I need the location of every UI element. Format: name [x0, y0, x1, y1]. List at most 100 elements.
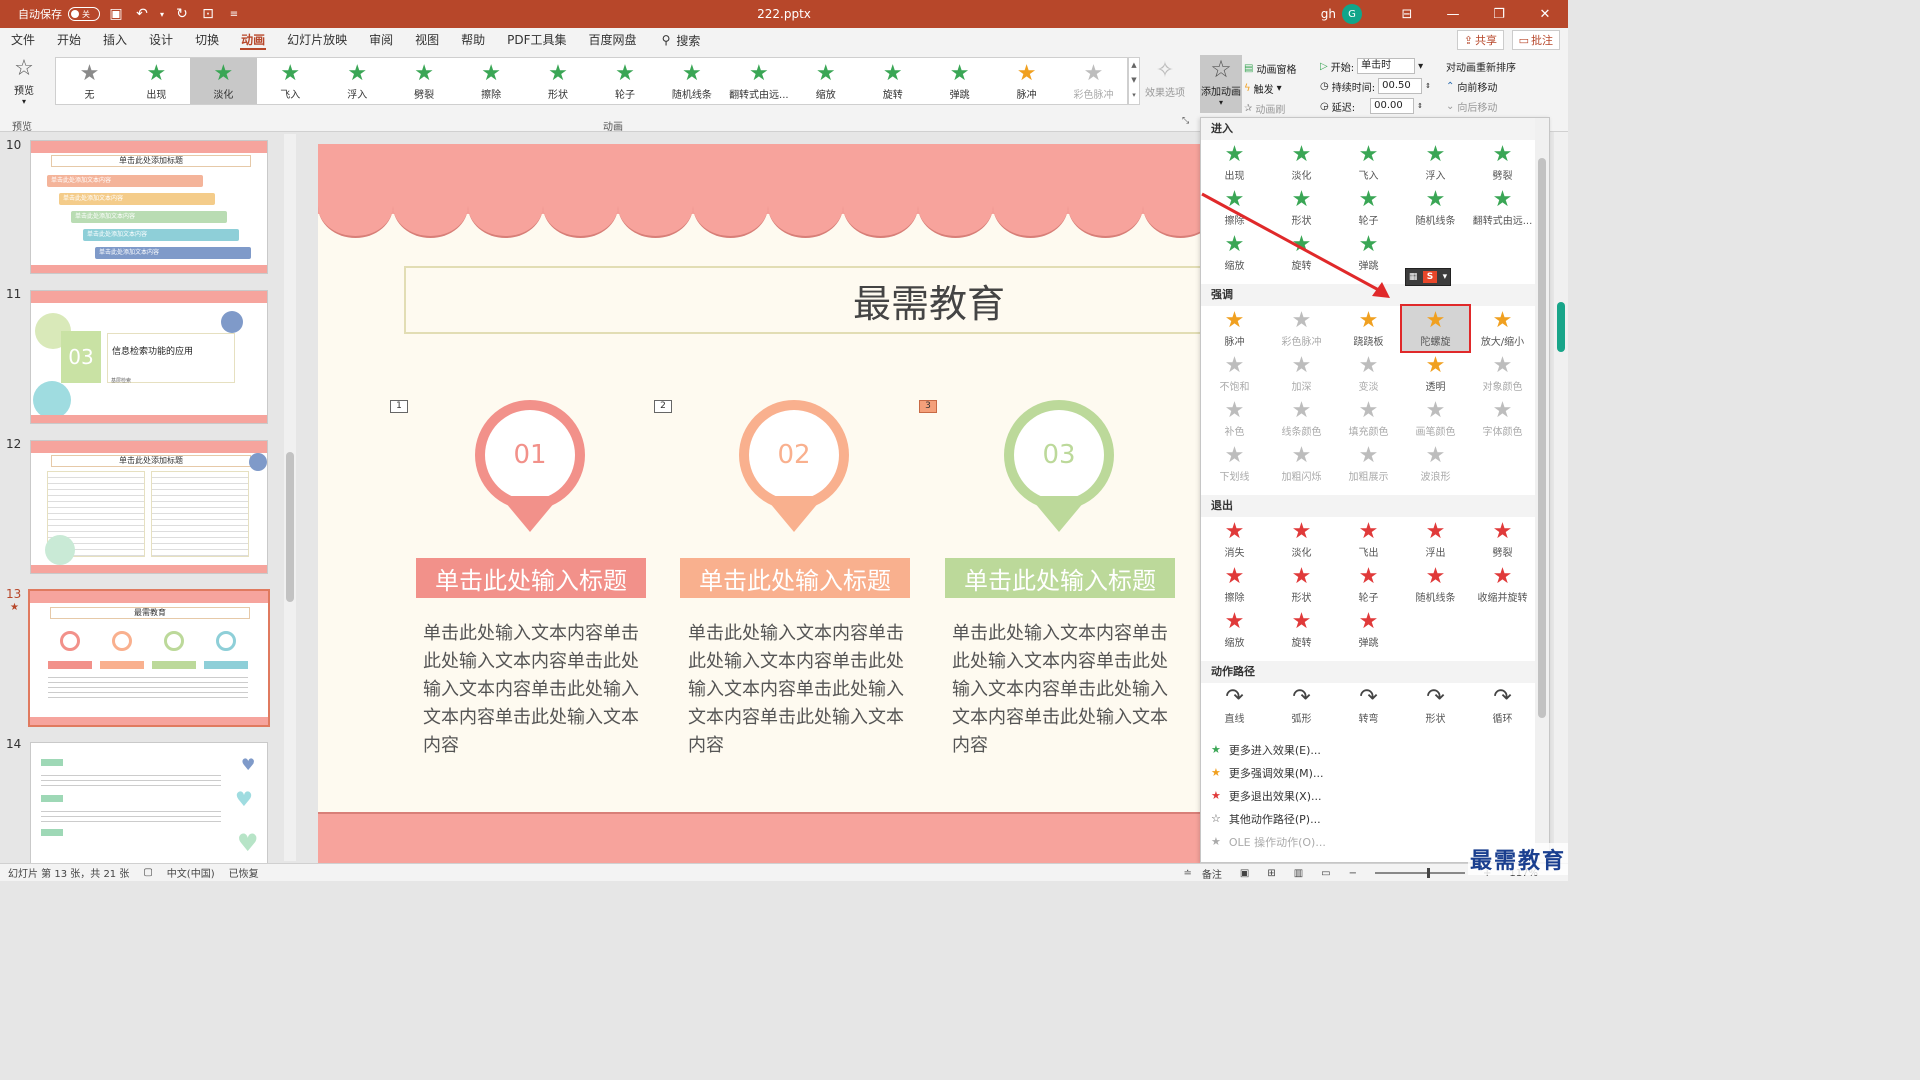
gallery-item-0[interactable]: ★ 无	[56, 58, 123, 104]
card-text-1[interactable]: 单击此处输入文本内容单击此处输入文本内容单击此处输入文本内容单击此处输入文本内容…	[423, 620, 643, 760]
gallery-item-6[interactable]: ★ 擦除	[458, 58, 525, 104]
exit-effect-2[interactable]: ★ 飞出	[1335, 517, 1402, 562]
search-box[interactable]: ⚲ 搜索	[662, 32, 701, 49]
pin-marker-2[interactable]: 02	[739, 400, 849, 510]
card-text-3[interactable]: 单击此处输入文本内容单击此处输入文本内容单击此处输入文本内容单击此处输入文本内容…	[952, 620, 1172, 760]
gallery-item-11[interactable]: ★ 缩放	[792, 58, 859, 104]
exit-effect-0[interactable]: ★ 消失	[1201, 517, 1268, 562]
exit-effect-7[interactable]: ★ 轮子	[1335, 562, 1402, 607]
slide-title-box[interactable]: 最需教育	[404, 266, 1200, 334]
entrance-effect-2[interactable]: ★ 飞入	[1335, 140, 1402, 185]
tab-7[interactable]: 审阅	[358, 28, 404, 52]
tab-4[interactable]: 切换	[184, 28, 230, 52]
card-title-2[interactable]: 单击此处输入标题	[680, 558, 910, 598]
preview-button[interactable]: ☆ 预览 ▾	[4, 56, 44, 106]
paths-effect-0[interactable]: ↷ 直线	[1201, 683, 1268, 728]
move-earlier-button[interactable]: ⌃ 向前移动	[1446, 76, 1556, 96]
exit-effect-1[interactable]: ★ 淡化	[1268, 517, 1335, 562]
emphasis-effect-0[interactable]: ★ 脉冲	[1201, 306, 1268, 351]
gallery-item-7[interactable]: ★ 形状	[525, 58, 592, 104]
spinner-icon[interactable]: ⇕	[1425, 82, 1431, 90]
delay-input[interactable]: 00.00	[1370, 98, 1415, 114]
zoom-slider[interactable]	[1375, 868, 1466, 878]
slide-thumbnail-10[interactable]: 单击此处添加标题 单击此处添加文本内容 单击此处添加文本内容 单击此处添加文本内…	[30, 140, 268, 274]
more-effects-item-0[interactable]: ★ 更多进入效果(E)...	[1201, 738, 1537, 761]
autosave-toggle[interactable]: 关	[68, 7, 100, 21]
exit-effect-11[interactable]: ★ 旋转	[1268, 607, 1335, 652]
card-text-2[interactable]: 单击此处输入文本内容单击此处输入文本内容单击此处输入文本内容单击此处输入文本内容…	[688, 620, 908, 760]
gallery-item-4[interactable]: ★ 浮入	[324, 58, 391, 104]
spellcheck-icon[interactable]: ▢	[143, 867, 152, 878]
entrance-effect-8[interactable]: ★ 随机线条	[1402, 185, 1469, 230]
tab-10[interactable]: PDF工具集	[496, 28, 577, 52]
animation-tag-1[interactable]: 1	[390, 400, 408, 413]
present-icon[interactable]: ⊡	[198, 4, 218, 24]
gallery-item-3[interactable]: ★ 飞入	[257, 58, 324, 104]
tab-8[interactable]: 视图	[404, 28, 450, 52]
reading-view-icon[interactable]: ▥	[1294, 868, 1303, 879]
spinner-icon[interactable]: ⇕	[1417, 102, 1423, 110]
scrollbar-thumb[interactable]	[286, 452, 294, 602]
main-scrollbar[interactable]	[1554, 132, 1568, 863]
more-effects-item-3[interactable]: ☆ 其他动作路径(P)...	[1201, 807, 1537, 830]
more-effects-item-1[interactable]: ★ 更多强调效果(M)...	[1201, 761, 1537, 784]
animation-painter-button[interactable]: ✰ 动画刷	[1244, 98, 1314, 118]
animation-tag-3[interactable]: 3	[919, 400, 937, 413]
redo-icon[interactable]: ↻	[172, 4, 192, 24]
slide-thumbnail-11[interactable]: 03 信息检索功能的应用 基层检索	[30, 290, 268, 424]
exit-effect-3[interactable]: ★ 浮出	[1402, 517, 1469, 562]
move-later-button[interactable]: ⌄ 向后移动	[1446, 96, 1556, 116]
animation-pane-button[interactable]: ▤ 动画窗格	[1244, 58, 1314, 78]
undo-icon[interactable]: ↶	[132, 4, 152, 24]
animation-tag-2[interactable]: 2	[654, 400, 672, 413]
paths-effect-1[interactable]: ↷ 弧形	[1268, 683, 1335, 728]
gallery-item-13[interactable]: ★ 弹跳	[926, 58, 993, 104]
gallery-item-15[interactable]: ★ 彩色脉冲	[1060, 58, 1127, 104]
scrollbar-thumb[interactable]	[1557, 302, 1565, 352]
restore-icon[interactable]: ❐	[1476, 0, 1522, 28]
gallery-item-5[interactable]: ★ 劈裂	[391, 58, 458, 104]
slide-thumbnail-12[interactable]: 单击此处添加标题	[30, 440, 268, 574]
exit-effect-5[interactable]: ★ 擦除	[1201, 562, 1268, 607]
undo-dropdown-icon[interactable]: ▾	[158, 4, 166, 24]
emphasis-effect-8[interactable]: ★ 透明	[1402, 351, 1469, 396]
slide-thumbnail-14[interactable]: ♥ ♥ ♥	[30, 742, 268, 863]
gallery-item-9[interactable]: ★ 随机线条	[658, 58, 725, 104]
entrance-effect-3[interactable]: ★ 浮入	[1402, 140, 1469, 185]
user-name[interactable]: gh	[1321, 7, 1336, 21]
tab-9[interactable]: 帮助	[450, 28, 496, 52]
notes-button[interactable]: 备注	[1202, 866, 1222, 881]
gallery-item-10[interactable]: ★ 翻转式由远...	[725, 58, 792, 104]
slide[interactable]: 最需教育 1 2 3 01 单击此处输入标题 单击此处输入文本内容单击此处输入文…	[318, 144, 1200, 863]
tab-2[interactable]: 插入	[92, 28, 138, 52]
duration-input[interactable]: 00.50	[1378, 78, 1423, 94]
card-title-3[interactable]: 单击此处输入标题	[945, 558, 1175, 598]
tab-11[interactable]: 百度网盘	[578, 28, 648, 52]
tab-5[interactable]: 动画	[230, 28, 276, 52]
gallery-item-1[interactable]: ★ 出现	[123, 58, 190, 104]
floating-toolbar[interactable]: ▦ S ▾	[1405, 268, 1451, 286]
gallery-scroll[interactable]: ▲ ▼ ▾	[1128, 57, 1140, 105]
minimize-icon[interactable]: —	[1430, 0, 1476, 28]
language-status[interactable]: 中文(中国)	[167, 865, 215, 880]
add-animation-button[interactable]: ☆ 添加动画 ▾	[1200, 55, 1242, 113]
tab-3[interactable]: 设计	[138, 28, 184, 52]
scrollbar-thumb[interactable]	[1538, 158, 1546, 718]
close-icon[interactable]: ✕	[1522, 0, 1568, 28]
dialog-launcher-icon[interactable]: ⤡	[1182, 116, 1189, 126]
start-select[interactable]: 单击时	[1357, 58, 1416, 74]
avatar[interactable]: G	[1342, 4, 1362, 24]
trigger-button[interactable]: ϟ 触发 ▾	[1244, 78, 1314, 98]
zoom-out-icon[interactable]: −	[1349, 868, 1357, 879]
paths-effect-4[interactable]: ↷ 循环	[1469, 683, 1536, 728]
card-title-1[interactable]: 单击此处输入标题	[416, 558, 646, 598]
emphasis-effect-4[interactable]: ★ 放大/缩小	[1469, 306, 1536, 351]
exit-effect-4[interactable]: ★ 劈裂	[1469, 517, 1536, 562]
gallery-item-12[interactable]: ★ 旋转	[859, 58, 926, 104]
paths-effect-2[interactable]: ↷ 转弯	[1335, 683, 1402, 728]
entrance-effect-4[interactable]: ★ 劈裂	[1469, 140, 1536, 185]
share-button[interactable]: ⇪ 共享	[1456, 30, 1504, 50]
entrance-effect-0[interactable]: ★ 出现	[1201, 140, 1268, 185]
exit-effect-12[interactable]: ★ 弹跳	[1335, 607, 1402, 652]
exit-effect-9[interactable]: ★ 收缩并旋转	[1469, 562, 1536, 607]
